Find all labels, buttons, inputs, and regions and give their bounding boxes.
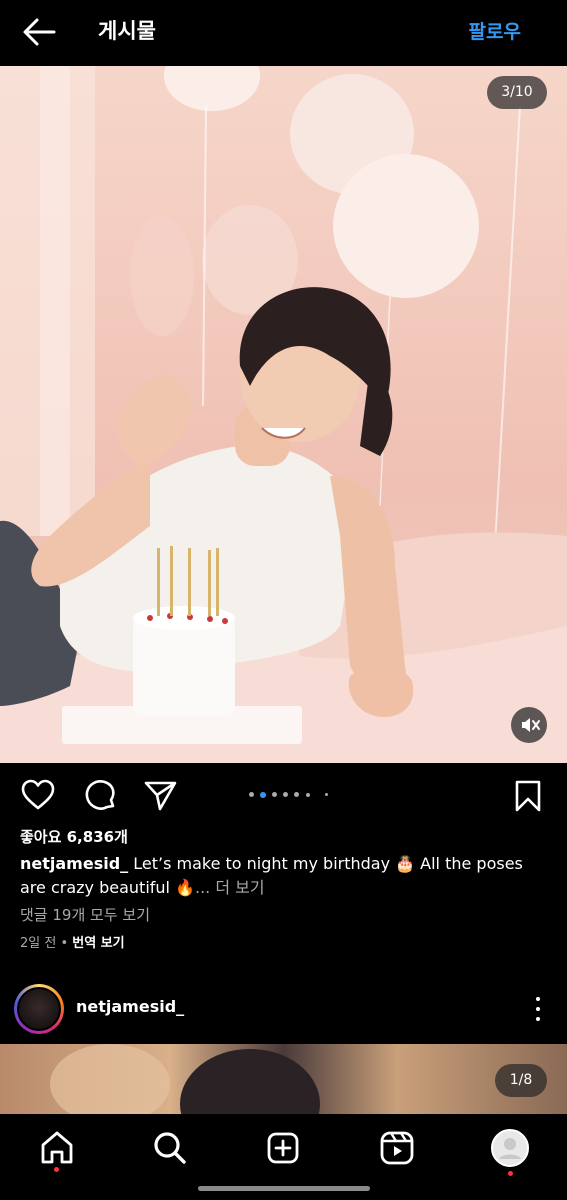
avatar[interactable] (14, 984, 64, 1034)
carousel-dot (294, 792, 299, 797)
mute-button[interactable] (511, 707, 547, 743)
caption-more-link[interactable]: ... 더 보기 (195, 878, 265, 897)
carousel-indicator (249, 791, 331, 800)
translate-link[interactable]: 번역 보기 (72, 936, 124, 951)
media-counter-badge: 3/10 (487, 76, 547, 109)
post-timestamp: 2일 전 (20, 936, 57, 951)
nav-search[interactable] (150, 1128, 190, 1168)
post-meta: 2일 전 • 번역 보기 (20, 932, 125, 951)
carousel-dot (272, 792, 277, 797)
next-post-counter-badge: 1/8 (495, 1064, 547, 1097)
post-action-row (0, 770, 567, 820)
more-options-button[interactable] (531, 994, 545, 1024)
reels-icon (380, 1131, 414, 1165)
carousel-dot (306, 792, 310, 797)
more-options-icon (536, 997, 540, 1001)
nav-reels[interactable] (377, 1128, 417, 1168)
next-post-photo-illustration (50, 1044, 320, 1114)
mute-icon (522, 718, 540, 732)
carousel-dot-active (260, 791, 266, 798)
post-caption: netjamesid_ Let’s make to night my birth… (20, 852, 550, 900)
notification-dot (508, 1171, 513, 1176)
caption-username[interactable]: netjamesid_ (20, 854, 128, 873)
nav-profile[interactable] (490, 1128, 530, 1176)
home-indicator[interactable] (198, 1186, 370, 1191)
heart-icon (21, 779, 55, 810)
bookmark-icon (515, 780, 541, 812)
post-photo[interactable]: 3/10 (0, 66, 567, 763)
page-title: 게시물 (98, 19, 156, 43)
view-all-comments-link[interactable]: 댓글 19개 모두 보기 (20, 904, 150, 925)
post-photo-illustration (0, 66, 567, 763)
comment-icon (85, 780, 115, 810)
notification-dot (54, 1167, 59, 1172)
share-icon (144, 781, 177, 811)
next-post-header: netjamesid_ (0, 980, 567, 1038)
search-icon (154, 1132, 186, 1164)
carousel-dot (283, 792, 288, 797)
meta-separator: • (56, 936, 73, 951)
next-post-photo[interactable]: 1/8 (0, 1044, 567, 1114)
profile-icon (491, 1129, 529, 1167)
nav-home[interactable] (37, 1128, 77, 1172)
comment-button[interactable] (82, 778, 118, 814)
avatar-image (19, 989, 59, 1029)
create-icon (267, 1132, 299, 1164)
next-post-username[interactable]: netjamesid_ (76, 997, 184, 1016)
carousel-dot (325, 793, 328, 796)
back-arrow-icon (23, 18, 56, 46)
home-icon (41, 1131, 73, 1164)
nav-create[interactable] (263, 1128, 303, 1168)
follow-button[interactable]: 팔로우 (469, 17, 521, 44)
like-button[interactable] (20, 778, 56, 814)
likes-count[interactable]: 좋아요 6,836개 (20, 826, 128, 847)
share-button[interactable] (143, 778, 179, 814)
save-button[interactable] (510, 778, 546, 814)
carousel-dot (249, 792, 254, 797)
top-bar: 게시물 팔로우 (0, 0, 567, 66)
back-button[interactable] (20, 14, 60, 50)
